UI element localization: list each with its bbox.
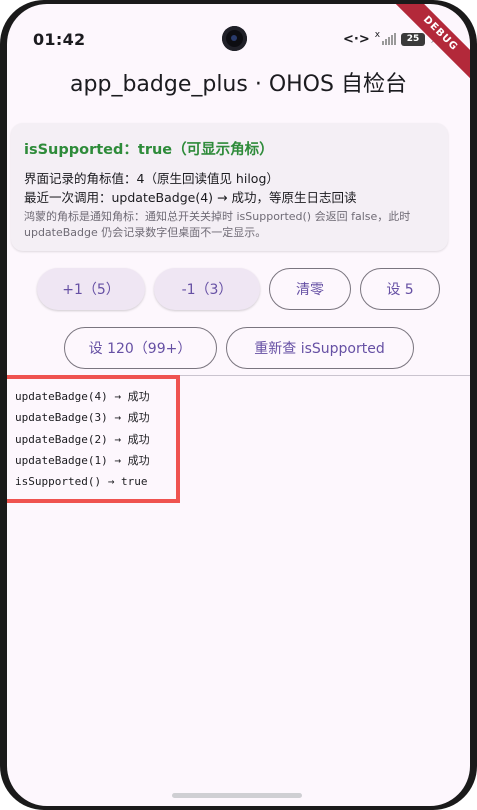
log-list: updateBadge(4) → 成功 updateBadge(3) → 成功 …: [7, 375, 180, 503]
set-five-button[interactable]: 设 5: [360, 268, 440, 310]
log-item: updateBadge(2) → 成功: [15, 432, 150, 446]
signal-icon: [382, 33, 397, 45]
battery-icon: 25: [401, 32, 426, 46]
log-item: updateBadge(4) → 成功: [15, 390, 150, 403]
hint-note: 鸿蒙的角标是通知角标：通知总开关关掉时 isSupported() 会返回 fa…: [24, 210, 411, 239]
page-title: app_badge_plus · OHOS 自检台: [70, 72, 407, 97]
home-indicator[interactable]: [172, 793, 302, 798]
log-item: updateBadge(1) → 成功: [15, 453, 150, 467]
app-screen: 01:42 <·> x 25 ⚡ DEBUG app_badge_plus · …: [7, 4, 470, 806]
recheck-supported-button[interactable]: 重新查 isSupported: [225, 327, 414, 369]
phone-frame: 01:42 <·> x 25 ⚡ DEBUG app_badge_plus · …: [0, 0, 477, 810]
log-item: updateBadge(3) → 成功: [15, 411, 150, 425]
button-row-1: +1（5） -1（3） 清零 设 5: [7, 268, 470, 310]
front-camera: [222, 26, 247, 51]
last-call-text: 最近一次调用：updateBadge(4) → 成功，等原生日志回读: [24, 190, 357, 205]
no-sim-icon: x: [374, 30, 381, 40]
status-bar: 01:42 <·> x 25 ⚡: [7, 4, 470, 68]
set-120-button[interactable]: 设 120（99+）: [63, 327, 217, 369]
support-status: isSupported：true（可显示角标）: [24, 142, 274, 158]
status-card: isSupported：true（可显示角标） 界面记录的角标值：4（原生回读值…: [11, 123, 448, 251]
button-row-2: 设 120（99+） 重新查 isSupported: [7, 327, 470, 369]
increment-button[interactable]: +1（5）: [37, 268, 145, 310]
decrement-button[interactable]: -1（3）: [154, 268, 260, 310]
status-time: 01:42: [33, 30, 86, 49]
log-item: isSupported() → true: [15, 475, 148, 489]
clear-button[interactable]: 清零: [269, 268, 351, 310]
badge-value-text: 界面记录的角标值：4（原生回读值见 hilog）: [24, 171, 279, 186]
data-transfer-icon: <·>: [343, 31, 370, 47]
